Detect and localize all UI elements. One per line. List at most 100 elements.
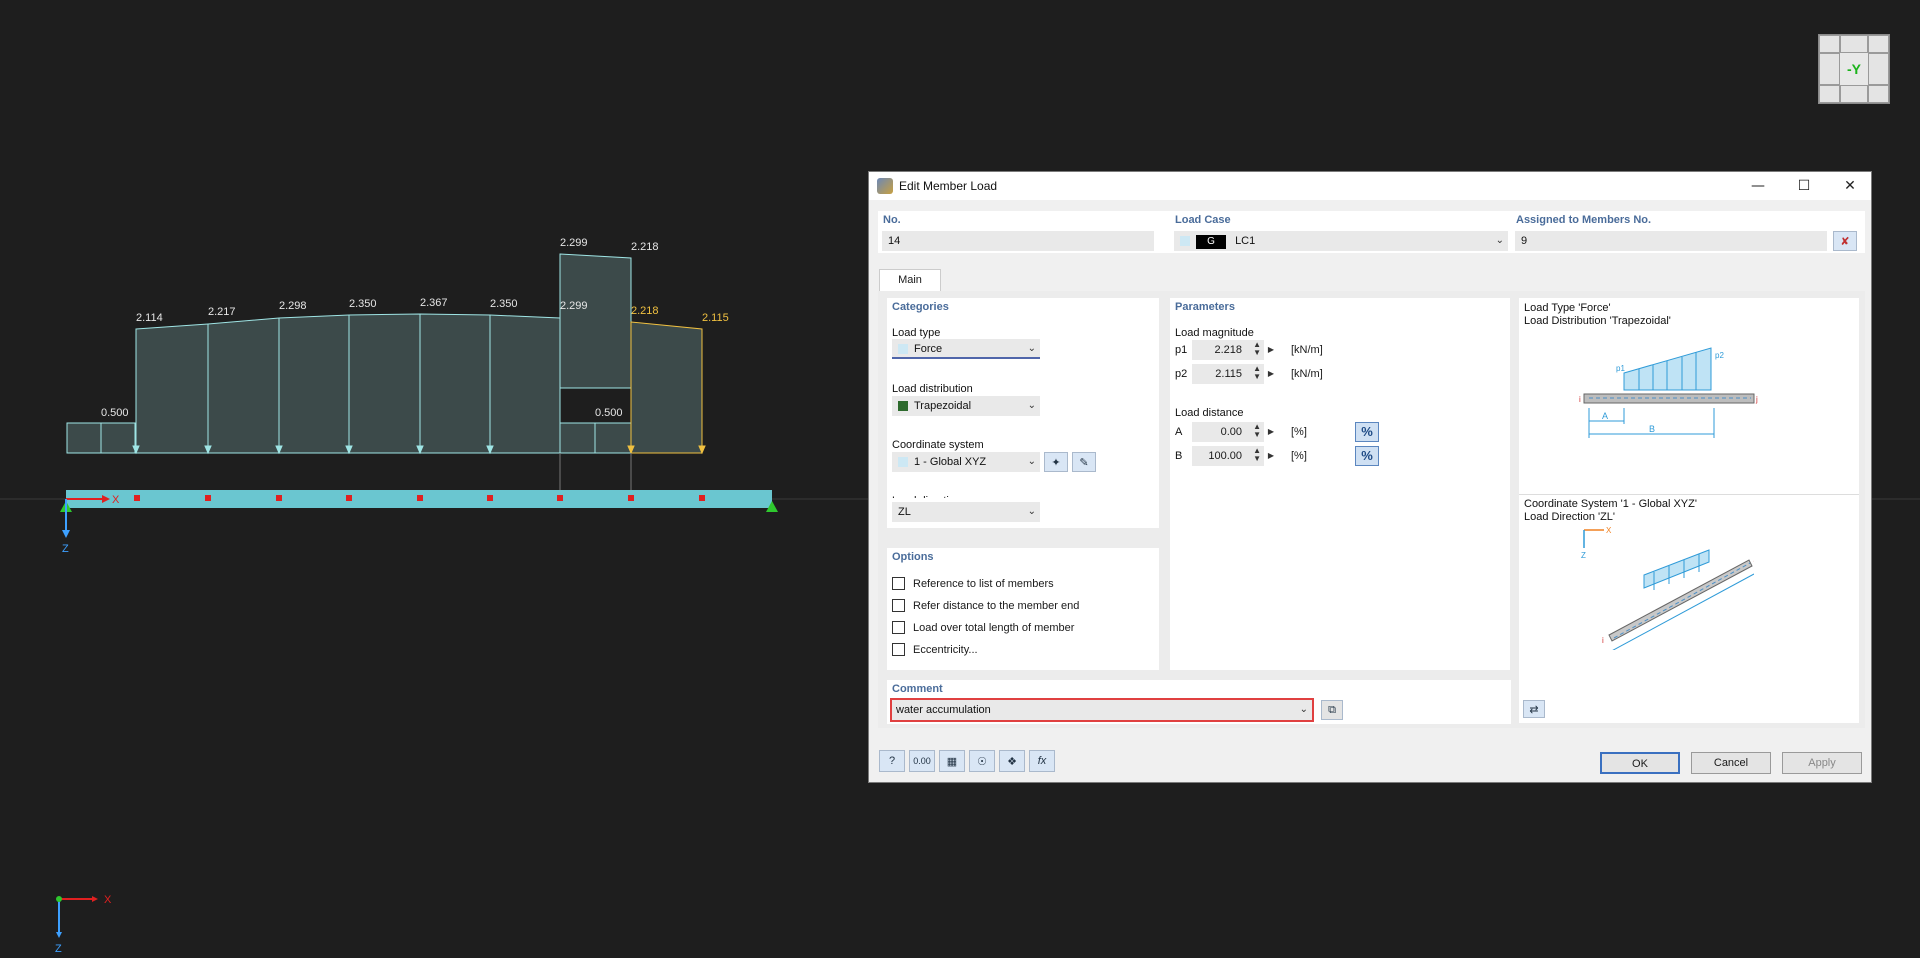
load-distribution-label: Load distribution bbox=[892, 383, 973, 395]
minimize-button[interactable]: — bbox=[1735, 172, 1781, 200]
load-distribution-select[interactable]: Trapezoidal ⌄ bbox=[892, 396, 1040, 416]
maximize-button[interactable]: ☐ bbox=[1781, 172, 1827, 200]
load-case-label: Load Case bbox=[1175, 214, 1231, 226]
value-display-icon[interactable]: 0.00 bbox=[909, 750, 935, 772]
parameters-title: Parameters bbox=[1175, 301, 1235, 313]
load-distribution-value: Trapezoidal bbox=[914, 400, 971, 412]
p1-input[interactable]: 2.218▲▼▶ bbox=[1192, 340, 1264, 360]
view-icon[interactable]: ☉ bbox=[969, 750, 995, 772]
tab-main[interactable]: Main bbox=[879, 269, 941, 291]
categories-panel: Categories Load type Force ⌄ Load distri… bbox=[887, 298, 1159, 498]
ref-member-end-checkbox[interactable]: Refer distance to the member end bbox=[892, 599, 1079, 612]
options-panel: Options Reference to list of members Ref… bbox=[887, 548, 1159, 670]
load-case-panel: Load Case G LC1 ⌄ bbox=[1170, 211, 1512, 253]
a-percent-toggle[interactable]: % bbox=[1355, 422, 1379, 442]
titlebar[interactable]: Edit Member Load — ☐ ✕ bbox=[869, 172, 1871, 200]
apply-button[interactable]: Apply bbox=[1782, 752, 1862, 774]
load-total-length-checkbox[interactable]: Load over total length of member bbox=[892, 621, 1074, 634]
comment-input[interactable]: water accumulation ⌄ bbox=[890, 698, 1314, 722]
assigned-panel: Assigned to Members No. 9 ✘ bbox=[1511, 211, 1865, 253]
p1-label: p1 bbox=[1175, 344, 1187, 356]
chevron-down-icon: ⌄ bbox=[1300, 700, 1308, 720]
select-icon[interactable]: ❖ bbox=[999, 750, 1025, 772]
cancel-button[interactable]: Cancel bbox=[1691, 752, 1771, 774]
local-z-label: Z bbox=[62, 543, 69, 555]
trapezoidal-load-diagram: p1 p2 i j A B bbox=[1579, 328, 1779, 438]
preview-coord-system: Coordinate System '1 - Global XYZ' bbox=[1524, 498, 1697, 510]
a-input[interactable]: 0.00▲▼▶ bbox=[1192, 422, 1264, 442]
coord-system-label: Coordinate system bbox=[892, 439, 984, 451]
j-node: j bbox=[1755, 395, 1758, 404]
b-label: B bbox=[1175, 450, 1182, 462]
diagram-z: Z bbox=[1581, 551, 1586, 560]
preview-panel: Load Type 'Force' Load Distribution 'Tra… bbox=[1519, 298, 1859, 723]
load-label: 2.217 bbox=[208, 306, 236, 318]
load-label: 2.115 bbox=[702, 312, 729, 324]
chevron-down-icon: ⌄ bbox=[1028, 502, 1036, 522]
diagram-j: j bbox=[1753, 553, 1754, 562]
load-label: 0.500 bbox=[595, 407, 623, 419]
help-icon[interactable]: ? bbox=[879, 750, 905, 772]
categories-title: Categories bbox=[892, 301, 949, 313]
p2-label: p2 bbox=[1175, 368, 1187, 380]
chevron-down-icon: ⌄ bbox=[1496, 231, 1504, 251]
load-distance-label: Load distance bbox=[1175, 407, 1244, 419]
p2-input[interactable]: 2.115▲▼▶ bbox=[1192, 364, 1264, 384]
edit-member-load-dialog: Edit Member Load — ☐ ✕ No. 14 Load Case … bbox=[868, 171, 1872, 783]
eccentricity-checkbox[interactable]: Eccentricity... bbox=[892, 643, 978, 656]
b-input[interactable]: 100.00▲▼▶ bbox=[1192, 446, 1264, 466]
preview-load-type: Load Type 'Force' bbox=[1524, 302, 1611, 314]
b-unit: [%] bbox=[1291, 450, 1307, 462]
load-case-select[interactable]: G LC1 ⌄ bbox=[1174, 231, 1508, 251]
formula-icon[interactable]: fx bbox=[1029, 750, 1055, 772]
a-label: A bbox=[1175, 426, 1182, 438]
load-magnitude-label: Load magnitude bbox=[1175, 327, 1254, 339]
load-direction-value: ZL bbox=[898, 506, 911, 518]
copy-comment-icon[interactable]: ⧉ bbox=[1321, 700, 1343, 720]
load-label: 2.367 bbox=[420, 297, 448, 309]
upper-load-block bbox=[560, 254, 631, 388]
no-panel: No. 14 bbox=[878, 211, 1171, 253]
no-field[interactable]: 14 bbox=[882, 231, 1154, 251]
coord-system-select[interactable]: 1 - Global XYZ ⌄ bbox=[892, 452, 1040, 472]
global-x-label: X bbox=[104, 894, 112, 906]
comment-panel: Comment water accumulation ⌄ ⧉ bbox=[887, 680, 1357, 724]
assigned-label: Assigned to Members No. bbox=[1516, 214, 1651, 226]
new-coord-system-icon[interactable]: ✦ bbox=[1044, 452, 1068, 472]
view-cube-face[interactable]: -Y bbox=[1840, 53, 1868, 85]
load-label: 2.350 bbox=[349, 298, 377, 310]
selected-load-area bbox=[631, 322, 702, 453]
load-label: 2.299 bbox=[560, 300, 588, 312]
units-icon[interactable]: ▦ bbox=[939, 750, 965, 772]
comment-label: Comment bbox=[892, 683, 943, 695]
ref-list-checkbox[interactable]: Reference to list of members bbox=[892, 577, 1054, 590]
load-direction-select[interactable]: ZL ⌄ bbox=[892, 502, 1040, 522]
load-direction-panel: ZL ⌄ bbox=[887, 498, 1159, 528]
load-label: 2.299 bbox=[560, 237, 588, 249]
chevron-down-icon: ⌄ bbox=[1028, 339, 1036, 359]
a-unit: [%] bbox=[1291, 426, 1307, 438]
dim-a: A bbox=[1602, 411, 1608, 421]
i-node: i bbox=[1579, 395, 1581, 404]
load-type-value: Force bbox=[914, 343, 942, 355]
assigned-field[interactable]: 9 bbox=[1515, 231, 1827, 251]
close-button[interactable]: ✕ bbox=[1827, 172, 1873, 200]
pick-member-icon[interactable]: ✘ bbox=[1833, 231, 1857, 251]
graphic-options-icon[interactable]: ⇄ bbox=[1523, 700, 1545, 718]
global-z-label: Z bbox=[55, 943, 62, 955]
view-cube[interactable]: -Y bbox=[1818, 34, 1890, 104]
comment-side-panel bbox=[1355, 680, 1511, 724]
load-label: 0.500 bbox=[101, 407, 129, 419]
no-label: No. bbox=[883, 214, 901, 226]
b-percent-toggle[interactable]: % bbox=[1355, 446, 1379, 466]
preview-load-distribution: Load Distribution 'Trapezoidal' bbox=[1524, 315, 1671, 327]
load-label: 2.114 bbox=[136, 312, 163, 324]
ok-button[interactable]: OK bbox=[1600, 752, 1680, 774]
load-label: 2.218 bbox=[631, 305, 659, 317]
comment-value: water accumulation bbox=[896, 704, 991, 716]
load-type-select[interactable]: Force ⌄ bbox=[892, 339, 1040, 359]
parameters-panel: Parameters Load magnitude p1 2.218▲▼▶ [k… bbox=[1170, 298, 1510, 670]
p2-marker: p2 bbox=[1715, 351, 1724, 360]
load-label: 2.218 bbox=[631, 241, 659, 253]
edit-coord-system-icon[interactable]: ✎ bbox=[1072, 452, 1096, 472]
